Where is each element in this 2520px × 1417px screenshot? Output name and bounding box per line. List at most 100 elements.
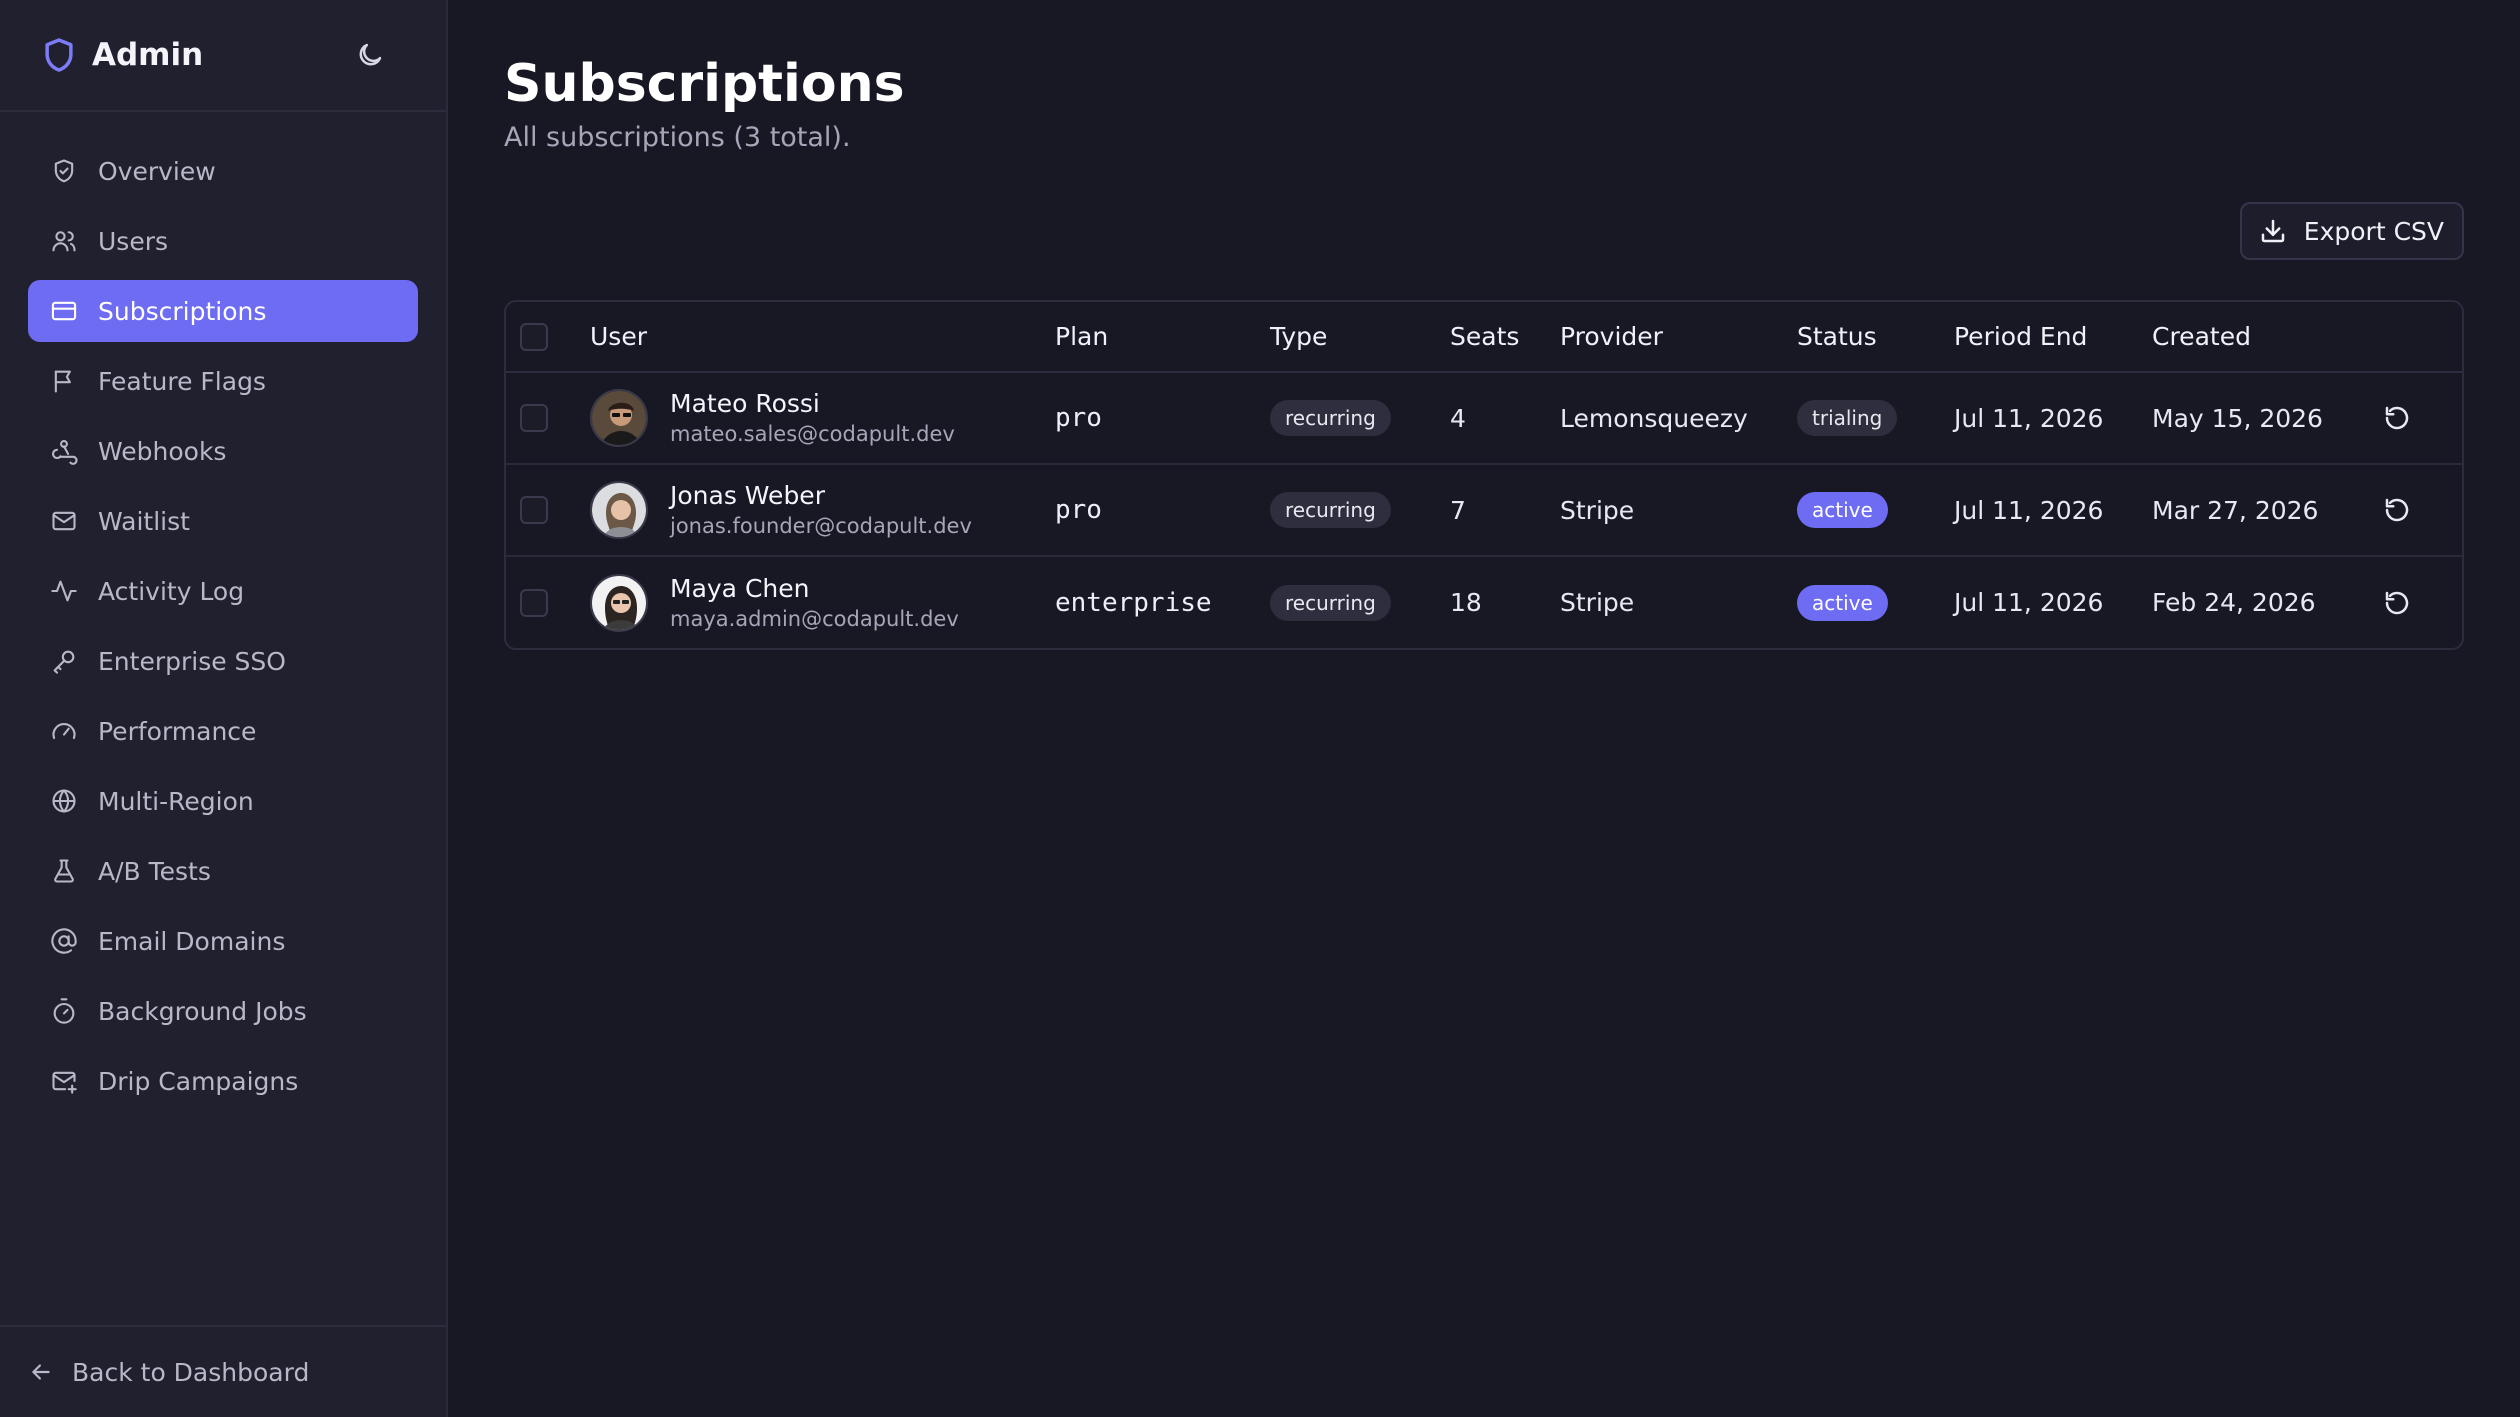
globe-icon [52,789,76,813]
sidebar-item-label: Subscriptions [98,296,267,326]
user-email: mateo.sales@codapult.dev [670,422,955,446]
sidebar-item-label: Feature Flags [98,366,266,396]
user-name: Maya Chen [670,573,810,603]
seats-cell: 4 [1450,403,1466,433]
created-cell: May 15, 2026 [2152,403,2323,433]
table-header-row: User Plan Type Seats Provider Status Per… [506,302,2462,372]
reset-icon[interactable] [2382,495,2412,525]
period-end-cell: Jul 11, 2026 [1954,403,2104,433]
sidebar: Admin Overview Users Subscriptions Featu… [0,0,448,1417]
activity-icon [51,580,77,602]
app-title: Admin [92,37,204,73]
flag-icon [54,370,71,393]
export-csv-button[interactable]: Export CSV [2239,202,2464,260]
sidebar-item-multi-region[interactable]: Multi-Region [28,770,418,832]
row-checkbox[interactable] [520,404,548,432]
sidebar-item-label: Overview [98,156,216,186]
created-cell: Mar 27, 2026 [2152,495,2319,525]
back-to-dashboard-label: Back to Dashboard [72,1357,310,1387]
provider-cell: Stripe [1560,588,1635,617]
sidebar-item-label: A/B Tests [98,856,211,886]
column-header-user[interactable]: User [590,302,1055,372]
reset-icon[interactable] [2382,588,2412,618]
user-email: jonas.founder@codapult.dev [670,514,972,538]
timer-icon [53,998,75,1024]
page-title: Subscriptions [504,54,905,114]
sidebar-item-label: Drip Campaigns [98,1066,299,1096]
user-cell: Jonas Weber jonas.founder@codapult.dev [590,480,1055,540]
sidebar-item-enterprise-sso[interactable]: Enterprise SSO [28,630,418,692]
sidebar-item-performance[interactable]: Performance [28,700,418,762]
seats-cell: 7 [1450,495,1466,525]
sidebar-item-overview[interactable]: Overview [28,140,418,202]
reset-icon[interactable] [2382,403,2412,433]
theme-toggle-button[interactable] [350,35,390,75]
sidebar-item-waitlist[interactable]: Waitlist [28,490,418,552]
main-content: Subscriptions All subscriptions (3 total… [448,0,2520,1417]
column-header-seats[interactable]: Seats [1450,302,1560,372]
period-end-cell: Jul 11, 2026 [1954,588,2104,617]
export-csv-label: Export CSV [2303,216,2444,246]
sidebar-item-background-jobs[interactable]: Background Jobs [28,980,418,1042]
sidebar-item-activity-log[interactable]: Activity Log [28,560,418,622]
sidebar-item-feature-flags[interactable]: Feature Flags [28,350,418,412]
period-end-cell: Jul 11, 2026 [1954,495,2104,525]
sidebar-item-ab-tests[interactable]: A/B Tests [28,840,418,902]
seats-cell: 18 [1450,588,1482,617]
select-all-checkbox[interactable] [520,322,548,351]
key-icon [53,650,75,674]
sidebar-item-users[interactable]: Users [28,210,418,272]
provider-cell: Lemonsqueezy [1560,403,1748,433]
sidebar-header: Admin [0,0,446,112]
created-cell: Feb 24, 2026 [2152,588,2316,617]
table-row[interactable]: Maya Chen maya.admin@codapult.dev enterp… [506,556,2462,648]
user-name: Jonas Weber [670,481,825,510]
sidebar-nav: Overview Users Subscriptions Feature Fla… [0,112,446,1112]
status-badge: trialing [1797,400,1898,436]
user-cell: Maya Chen maya.admin@codapult.dev [590,573,1055,633]
sidebar-item-label: Waitlist [98,506,190,536]
subscriptions-table: User Plan Type Seats Provider Status Per… [504,300,2464,650]
sidebar-item-label: Activity Log [98,576,245,606]
column-header-created[interactable]: Created [2152,302,2382,372]
type-badge: recurring [1270,492,1391,528]
brand: Admin [40,36,203,74]
sidebar-item-label: Webhooks [98,436,227,466]
sidebar-item-label: Enterprise SSO [98,646,286,676]
moon-icon [359,43,382,66]
users-icon [52,231,76,252]
mail-plus-icon [52,1071,77,1094]
sidebar-item-subscriptions[interactable]: Subscriptions [28,280,418,342]
sidebar-item-label: Email Domains [98,926,286,956]
shield-check-icon [54,159,74,183]
user-email: maya.admin@codapult.dev [670,606,959,631]
column-header-provider[interactable]: Provider [1560,302,1797,372]
shield-logo-icon [40,36,78,74]
user-cell: Mateo Rossi mateo.sales@codapult.dev [590,388,1055,448]
plan-cell: enterprise [1055,587,1212,618]
mail-icon [52,511,76,531]
sidebar-item-label: Multi-Region [98,786,254,816]
user-name: Mateo Rossi [670,389,820,418]
row-checkbox[interactable] [520,588,548,617]
provider-cell: Stripe [1560,495,1635,525]
sidebar-item-email-domains[interactable]: Email Domains [28,910,418,972]
back-to-dashboard-link[interactable]: Back to Dashboard [0,1325,446,1417]
sidebar-item-drip-campaigns[interactable]: Drip Campaigns [28,1050,418,1112]
table-row[interactable]: Mateo Rossi mateo.sales@codapult.dev pro… [506,372,2462,464]
page-subtitle: All subscriptions (3 total). [504,122,851,153]
column-header-period-end[interactable]: Period End [1954,302,2152,372]
table-row[interactable]: Jonas Weber jonas.founder@codapult.dev p… [506,464,2462,556]
column-header-plan[interactable]: Plan [1055,302,1270,372]
status-badge: active [1797,492,1888,528]
sidebar-item-label: Performance [98,716,257,746]
sidebar-item-webhooks[interactable]: Webhooks [28,420,418,482]
column-header-type[interactable]: Type [1270,302,1450,372]
plan-cell: pro [1055,495,1102,525]
type-badge: recurring [1270,584,1391,621]
column-header-actions [2382,302,2462,372]
column-header-status[interactable]: Status [1797,302,1954,372]
row-checkbox[interactable] [520,496,548,524]
webhook-icon [52,440,78,465]
flask-icon [54,859,74,883]
